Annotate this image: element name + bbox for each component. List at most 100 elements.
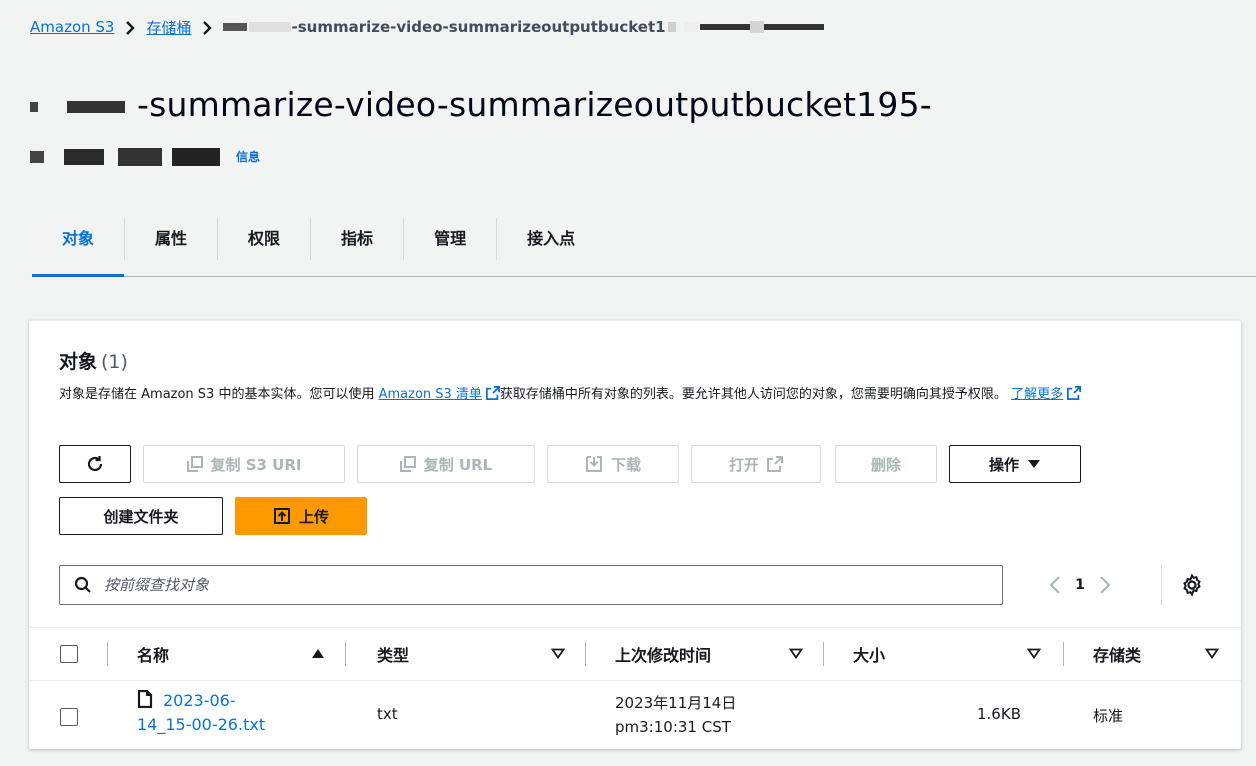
panel-description: 对象是存储在 Amazon S3 中的基本实体。您可以使用 Amazon S3 … (59, 384, 1219, 406)
column-header-storage-class[interactable]: 存储类 (1093, 628, 1223, 680)
search-icon (74, 576, 91, 593)
create-folder-button[interactable]: 创建文件夹 (59, 497, 223, 535)
object-type-cell: txt (377, 705, 398, 723)
tab-objects[interactable]: 对象 (32, 218, 125, 277)
tab-management[interactable]: 管理 (403, 218, 496, 260)
column-divider (1063, 642, 1064, 666)
copy-url-label: 复制 URL (423, 455, 493, 474)
panel-title: 对象 (1) (59, 347, 128, 374)
file-icon (137, 690, 153, 708)
search-input[interactable] (102, 575, 966, 595)
object-count: (1) (101, 351, 128, 373)
redacted-text (30, 101, 38, 112)
redacted-text (699, 24, 750, 30)
external-link-icon (485, 386, 500, 400)
objects-table: 名称 类型 上次修改时间 大小 存储类 2023-06- 14_15-00-26… (29, 627, 1241, 751)
external-link-icon (767, 456, 783, 472)
redacted-text (172, 148, 220, 166)
object-name-link[interactable]: 14_15-00-26.txt (137, 715, 265, 734)
current-page-number[interactable]: 1 (1067, 577, 1093, 593)
breadcrumb-amazon-s3[interactable]: Amazon S3 (30, 18, 114, 36)
tab-properties[interactable]: 属性 (124, 218, 217, 260)
refresh-icon (87, 456, 103, 472)
row-checkbox[interactable] (60, 708, 78, 726)
tab-access-points[interactable]: 接入点 (496, 218, 605, 260)
last-modified-date: 2023年11月14日 (615, 694, 737, 712)
redacted-text (118, 148, 162, 166)
breadcrumb-buckets[interactable]: 存储桶 (146, 17, 191, 38)
redacted-text (667, 22, 676, 32)
object-name-link[interactable]: 2023-06- (163, 691, 236, 710)
tab-metrics[interactable]: 指标 (310, 218, 403, 260)
actions-dropdown[interactable]: 操作 (949, 445, 1081, 483)
sort-icon (789, 648, 803, 659)
object-size-cell: 1.6KB (977, 705, 1021, 723)
copy-s3-uri-button[interactable]: 复制 S3 URI (143, 445, 345, 483)
sort-icon (1027, 648, 1041, 659)
description-text: 对象是存储在 Amazon S3 中的基本实体。您可以使用 (59, 387, 379, 402)
chevron-right-icon (119, 18, 141, 36)
redacted-text (223, 23, 248, 31)
external-link-icon (1067, 386, 1082, 400)
next-page-button[interactable] (1093, 571, 1117, 599)
chevron-right-icon (1100, 576, 1111, 594)
redacted-text (64, 149, 104, 165)
pagination: 1 (1043, 571, 1117, 599)
column-divider (823, 642, 824, 666)
upload-button[interactable]: 上传 (235, 497, 367, 535)
chevron-right-icon (196, 18, 218, 36)
create-folder-label: 创建文件夹 (103, 507, 179, 526)
redacted-text (30, 151, 44, 163)
redacted-text (66, 100, 125, 113)
search-field[interactable] (59, 565, 1003, 605)
column-header-label: 存储类 (1093, 646, 1142, 665)
caret-down-icon (1028, 460, 1040, 468)
last-modified-cell: 2023年11月14日 pm3:10:31 CST (615, 691, 815, 739)
redacted-text (749, 21, 764, 33)
divider (1161, 565, 1162, 605)
open-label: 打开 (728, 455, 759, 474)
upload-label: 上传 (298, 507, 329, 526)
copy-s3-uri-label: 复制 S3 URI (210, 455, 302, 474)
settings-gear-icon[interactable] (1180, 573, 1204, 597)
column-header-name[interactable]: 名称 (137, 628, 337, 680)
sort-icon (1205, 648, 1219, 659)
download-button[interactable]: 下载 (547, 445, 679, 483)
copy-url-button[interactable]: 复制 URL (357, 445, 535, 483)
delete-button[interactable]: 删除 (835, 445, 937, 483)
bucket-name: -summarize-video-summarizeoutputbucket19… (137, 85, 932, 124)
sort-ascending-icon (312, 649, 324, 658)
previous-page-button[interactable] (1043, 571, 1067, 599)
sort-icon (551, 648, 565, 659)
column-header-label: 大小 (853, 646, 886, 665)
open-button[interactable]: 打开 (691, 445, 821, 483)
actions-label: 操作 (988, 455, 1019, 474)
tab-bar: 对象 属性 权限 指标 管理 接入点 (32, 218, 1256, 277)
column-header-size[interactable]: 大小 (853, 628, 1053, 680)
breadcrumb: Amazon S3 存储桶 -summarize-video-summarize… (30, 15, 824, 39)
objects-panel: 对象 (1) 对象是存储在 Amazon S3 中的基本实体。您可以使用 Amaz… (29, 320, 1241, 749)
column-header-last-modified[interactable]: 上次修改时间 (615, 628, 815, 680)
column-divider (345, 642, 346, 666)
tab-permissions[interactable]: 权限 (217, 218, 310, 260)
redacted-text (763, 24, 824, 30)
object-name-cell: 2023-06- 14_15-00-26.txt (137, 689, 337, 737)
panel-title-text: 对象 (59, 351, 98, 373)
column-header-label: 类型 (377, 646, 410, 665)
download-icon (585, 456, 602, 472)
column-header-type[interactable]: 类型 (377, 628, 577, 680)
page-title: -summarize-video-summarizeoutputbucket19… (30, 80, 1210, 184)
chevron-left-icon (1049, 576, 1060, 594)
copy-icon (399, 456, 416, 472)
last-modified-time: pm3:10:31 CST (615, 718, 731, 736)
inventory-link[interactable]: Amazon S3 清单 (379, 387, 482, 402)
copy-icon (186, 456, 203, 472)
info-link[interactable]: 信息 (236, 132, 260, 182)
select-all-checkbox[interactable] (60, 645, 78, 663)
table-header: 名称 类型 上次修改时间 大小 存储类 (29, 627, 1241, 681)
delete-label: 删除 (870, 455, 901, 474)
refresh-button[interactable] (59, 445, 131, 483)
redacted-text (683, 22, 698, 32)
column-divider (107, 642, 108, 666)
learn-more-link[interactable]: 了解更多 (1011, 387, 1063, 402)
